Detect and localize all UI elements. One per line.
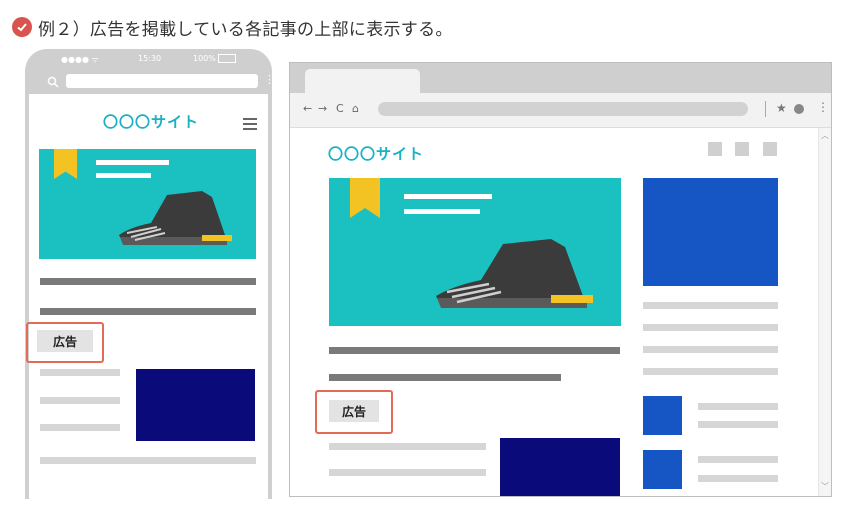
reload-icon[interactable]: C bbox=[336, 102, 344, 115]
search-icon bbox=[47, 73, 59, 92]
back-icon[interactable]: ← bbox=[303, 102, 312, 115]
hamburger-menu-icon[interactable] bbox=[243, 115, 257, 134]
kebab-menu-icon[interactable]: ⋮ bbox=[817, 101, 829, 113]
status-time: 15:30 bbox=[138, 54, 162, 63]
url-bar[interactable] bbox=[378, 102, 748, 116]
browser-ad-banner[interactable] bbox=[500, 438, 620, 496]
signal-text: ●●●● ᯤ bbox=[61, 55, 99, 64]
sidebar-thumb-2[interactable] bbox=[643, 450, 682, 489]
sidebar-large-banner[interactable] bbox=[643, 178, 778, 286]
phone-site-title[interactable]: 〇〇〇サイト bbox=[103, 111, 199, 132]
header-square-2[interactable] bbox=[735, 142, 749, 156]
phone-hero-image[interactable] bbox=[39, 149, 256, 259]
browser-hero-image[interactable] bbox=[329, 178, 621, 326]
browser-ad-label[interactable]: 広告 bbox=[329, 400, 379, 422]
browser-window: ← → C ⌂ ★ ⋮ 〇〇〇サイト 広告 ︿ ﹀ bbox=[289, 62, 832, 497]
caption: 例２）広告を掲載している各記事の上部に表示する。 bbox=[12, 14, 453, 40]
star-icon[interactable]: ★ bbox=[776, 101, 787, 115]
phone-address-bar[interactable] bbox=[66, 74, 258, 88]
caption-text: 例２）広告を掲載している各記事の上部に表示する。 bbox=[38, 19, 453, 40]
check-icon bbox=[12, 17, 32, 37]
sneaker-icon bbox=[436, 239, 593, 308]
forward-icon[interactable]: → bbox=[318, 102, 327, 115]
scroll-down-icon[interactable]: ﹀ bbox=[821, 481, 829, 492]
phone-mockup: ●●●● ᯤ 15:30 100% ⋮ 〇〇〇サイト 広告 bbox=[25, 49, 272, 499]
phone-status-bar: ●●●● ᯤ 15:30 100% bbox=[25, 49, 272, 69]
header-square-3[interactable] bbox=[763, 142, 777, 156]
phone-screen: 〇〇〇サイト 広告 bbox=[26, 94, 268, 499]
browser-toolbar: ← → C ⌂ ★ ⋮ bbox=[290, 93, 831, 128]
profile-icon[interactable] bbox=[794, 104, 804, 114]
phone-ad-banner[interactable] bbox=[136, 369, 255, 441]
browser-tab-bar bbox=[290, 63, 831, 93]
battery-icon bbox=[218, 54, 236, 63]
home-icon[interactable]: ⌂ bbox=[352, 102, 359, 115]
browser-site-title[interactable]: 〇〇〇サイト bbox=[328, 143, 424, 164]
status-battery: 100% bbox=[193, 54, 216, 63]
header-square-1[interactable] bbox=[708, 142, 722, 156]
phone-ad-label[interactable]: 広告 bbox=[37, 330, 93, 352]
bookmark-ribbon-icon bbox=[350, 178, 380, 218]
vertical-scrollbar[interactable]: ︿ ﹀ bbox=[818, 128, 831, 496]
toolbar-divider bbox=[765, 101, 766, 117]
sneaker-icon bbox=[119, 191, 232, 245]
sidebar-thumb-1[interactable] bbox=[643, 396, 682, 435]
browser-tab[interactable] bbox=[305, 69, 420, 93]
bookmark-ribbon-icon bbox=[54, 149, 77, 179]
kebab-menu-icon[interactable]: ⋮ bbox=[264, 74, 272, 85]
scroll-up-icon[interactable]: ︿ bbox=[821, 130, 829, 141]
